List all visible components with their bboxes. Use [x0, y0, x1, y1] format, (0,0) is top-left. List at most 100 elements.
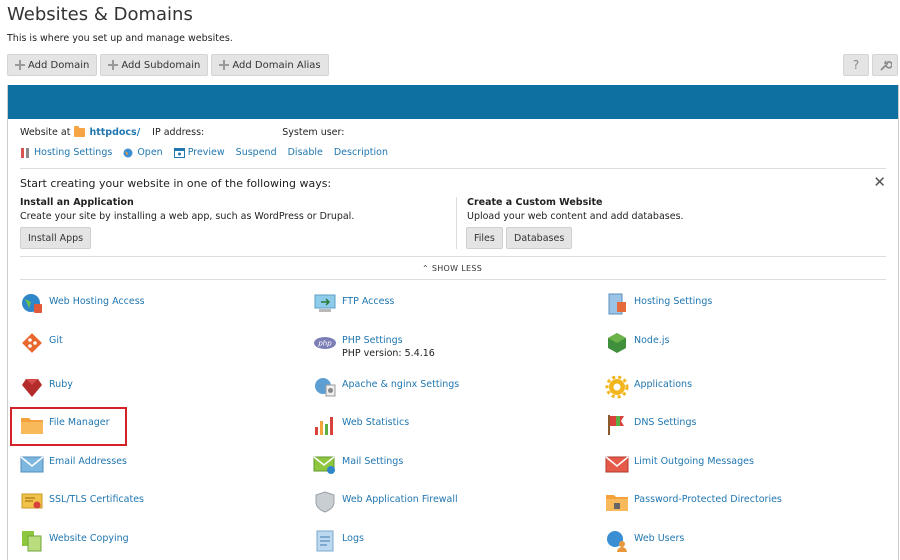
ruby-icon — [22, 379, 42, 397]
disable-link[interactable]: Disable — [288, 147, 323, 158]
show-less-toggle[interactable]: ⌃ SHOW LESS — [422, 264, 482, 273]
tool-ssl-tls[interactable]: SSL/TLS Certificates — [20, 490, 144, 514]
mail-settings-icon — [313, 456, 335, 474]
tool-password-protected-dirs[interactable]: Password-Protected Directories — [605, 490, 782, 514]
tool-nodejs[interactable]: Node.js — [605, 331, 669, 355]
add-subdomain-button[interactable]: Add Subdomain — [100, 54, 209, 76]
copy-pages-icon — [22, 531, 42, 552]
suspend-link[interactable]: Suspend — [236, 147, 277, 158]
add-domain-button[interactable]: Add Domain — [7, 54, 98, 76]
tool-label: FTP Access — [342, 296, 395, 307]
tool-mail-settings[interactable]: Mail Settings — [313, 452, 403, 476]
tool-label: DNS Settings — [634, 417, 697, 428]
tool-apache-nginx[interactable]: Apache & nginx Settings — [313, 375, 459, 399]
logs-icon — [316, 530, 334, 552]
section-divider — [20, 279, 886, 280]
tool-label: Web Application Firewall — [342, 494, 458, 505]
shield-icon — [315, 491, 335, 513]
chevron-up-icon: ⌃ — [422, 264, 430, 273]
applications-gear-icon — [605, 375, 629, 399]
ftp-access-icon — [314, 294, 336, 312]
custom-website-description: Upload your web content and add database… — [467, 211, 684, 222]
tool-website-copying[interactable]: Website Copying — [20, 529, 129, 553]
plus-icon — [108, 60, 119, 70]
install-app-column: Install an Application Create your site … — [20, 197, 460, 222]
hosting-settings-icon — [608, 293, 626, 315]
add-domain-label: Add Domain — [28, 59, 90, 71]
add-subdomain-label: Add Subdomain — [121, 59, 201, 71]
start-title: Start creating your website in one of th… — [20, 177, 332, 190]
tool-limit-outgoing[interactable]: Limit Outgoing Messages — [605, 452, 754, 476]
tool-label: Web Hosting Access — [49, 296, 145, 307]
install-app-description: Create your site by installing a web app… — [20, 211, 355, 222]
page-title: Websites & Domains — [7, 4, 193, 25]
site-info-line: Website at httpdocs/ IP address: System … — [20, 126, 388, 138]
plus-icon — [15, 60, 25, 70]
tool-web-statistics[interactable]: Web Statistics — [313, 413, 409, 437]
show-less-label: SHOW LESS — [431, 264, 483, 273]
wrench-icon — [879, 60, 892, 71]
tool-label: Applications — [634, 379, 693, 390]
tool-label: PHP Settings — [342, 335, 403, 346]
bar-chart-icon — [315, 417, 333, 435]
svg-text:php: php — [317, 340, 332, 348]
install-apps-button[interactable]: Install Apps — [20, 227, 92, 249]
open-link[interactable]: Open — [123, 147, 163, 158]
nodejs-icon — [608, 333, 626, 353]
toolbar: Add Domain Add Subdomain Add Domain Alia… — [7, 54, 329, 76]
tool-ftp-access[interactable]: FTP Access — [313, 292, 394, 316]
databases-button[interactable]: Databases — [506, 227, 573, 249]
tool-applications[interactable]: Applications — [605, 375, 692, 399]
add-domain-alias-button[interactable]: Add Domain Alias — [211, 54, 329, 76]
tools-button[interactable] — [872, 54, 898, 76]
help-icon: ? — [852, 58, 860, 72]
docroot-link[interactable]: httpdocs/ — [89, 127, 140, 138]
tool-web-hosting-access[interactable]: Web Hosting Access — [20, 292, 145, 316]
ip-address-label: IP address: — [152, 127, 205, 138]
add-domain-alias-label: Add Domain Alias — [232, 59, 321, 71]
domain-header-bar — [8, 85, 898, 119]
domain-panel: Website at httpdocs/ IP address: System … — [7, 85, 899, 560]
hosting-settings-link[interactable]: Hosting Settings — [20, 147, 112, 158]
globe-icon — [123, 148, 133, 157]
tool-ruby[interactable]: Ruby — [20, 375, 73, 399]
description-link[interactable]: Description — [334, 147, 388, 158]
tool-php-settings[interactable]: php PHP Settings PHP version: 5.4.16 — [313, 331, 435, 361]
tool-label: SSL/TLS Certificates — [49, 494, 144, 505]
tool-label: Password-Protected Directories — [634, 494, 782, 505]
tool-email-addresses[interactable]: Email Addresses — [20, 452, 127, 476]
tool-label: Git — [49, 335, 63, 346]
files-button[interactable]: Files — [466, 227, 503, 249]
folder-icon — [74, 126, 86, 137]
php-icon: php — [314, 337, 336, 349]
close-icon[interactable]: ✕ — [873, 173, 886, 191]
install-app-title: Install an Application — [20, 197, 134, 208]
tool-label: Logs — [342, 533, 364, 544]
section-divider — [20, 256, 886, 257]
tool-hosting-settings[interactable]: Hosting Settings — [605, 292, 712, 316]
system-user-label: System user: — [282, 127, 345, 138]
site-actions: Hosting Settings Open Preview Suspend Di… — [20, 147, 388, 158]
custom-website-title: Create a Custom Website — [467, 197, 603, 208]
envelope-icon — [20, 456, 44, 473]
tool-label: Web Users — [634, 533, 685, 544]
apache-nginx-icon — [315, 378, 336, 397]
tool-logs[interactable]: Logs — [313, 529, 364, 553]
open-label: Open — [137, 147, 163, 158]
tool-waf[interactable]: Web Application Firewall — [313, 490, 458, 514]
tool-label: Node.js — [634, 335, 670, 346]
php-version-text: PHP version: 5.4.16 — [342, 348, 435, 359]
tool-web-users[interactable]: Web Users — [605, 529, 684, 553]
tool-dns-settings[interactable]: DNS Settings — [605, 413, 696, 437]
help-button[interactable]: ? — [843, 54, 869, 76]
locked-folder-icon — [606, 495, 628, 511]
git-icon — [22, 333, 42, 353]
highlight-frame — [10, 407, 127, 446]
tool-git[interactable]: Git — [20, 331, 63, 355]
limit-mail-icon — [605, 456, 629, 473]
web-users-icon — [607, 531, 627, 552]
preview-link[interactable]: Preview — [173, 147, 225, 158]
tool-label: Email Addresses — [49, 456, 128, 467]
preview-label: Preview — [187, 147, 225, 158]
hosting-settings-label: Hosting Settings — [34, 147, 113, 158]
